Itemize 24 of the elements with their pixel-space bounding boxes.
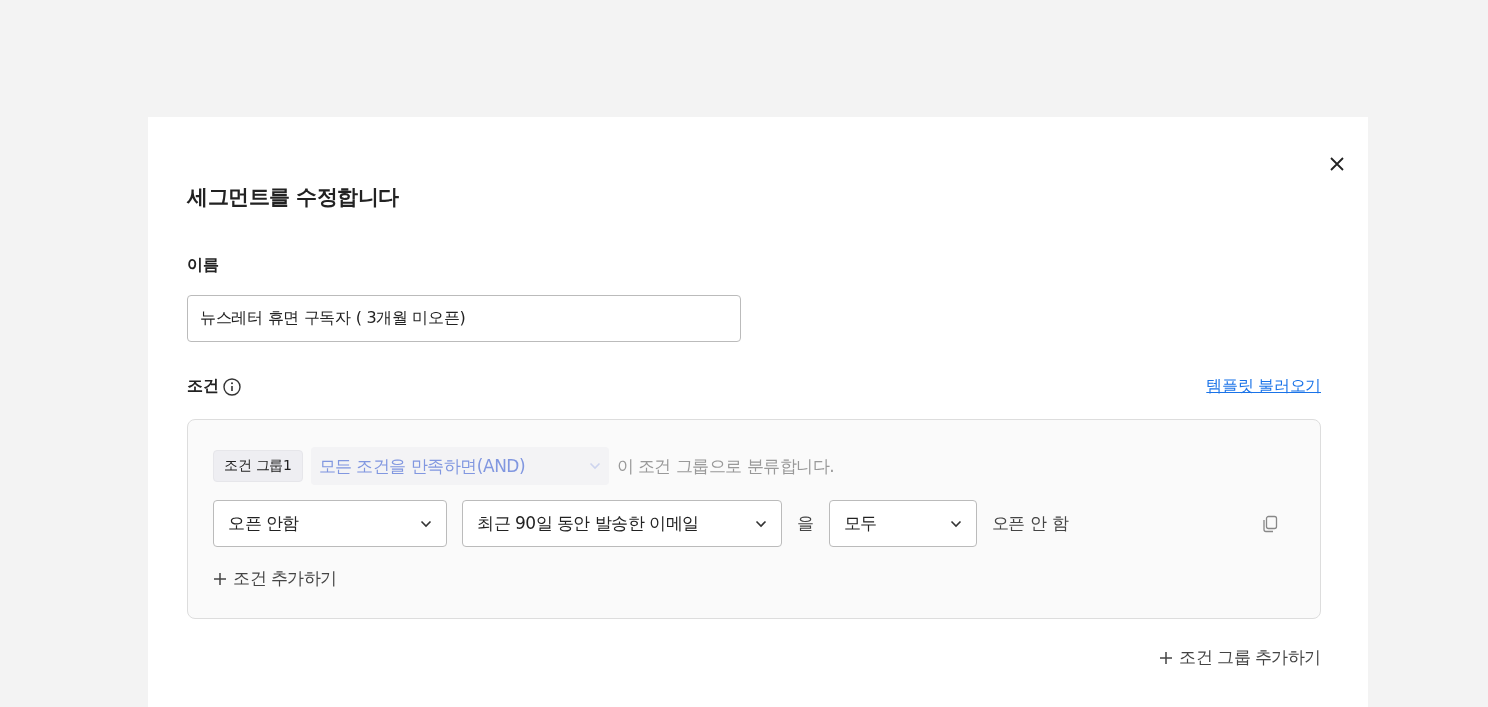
chevron-down-icon bbox=[588, 462, 601, 470]
group-badge: 조건 그룹1 bbox=[213, 450, 303, 482]
name-input[interactable]: 뉴스레터 휴면 구독자 ( 3개월 미오픈) bbox=[187, 295, 741, 342]
template-link[interactable]: 템플릿 불러오기 bbox=[1206, 376, 1321, 397]
section-label: 조건 bbox=[187, 376, 219, 397]
chevron-down-icon bbox=[755, 519, 767, 528]
add-condition-button[interactable]: 조건 추가하기 bbox=[213, 567, 337, 590]
particle-text: 을 bbox=[797, 512, 814, 535]
copy-icon bbox=[1261, 514, 1279, 533]
condition-select[interactable]: 오픈 안함 bbox=[213, 500, 447, 547]
group-description: 이 조건 그룹으로 분류합니다. bbox=[616, 454, 835, 478]
condition-select[interactable]: 최근 90일 동안 발송한 이메일 bbox=[462, 500, 782, 547]
result-text: 오픈 안 함 bbox=[991, 512, 1069, 535]
plus-icon bbox=[1159, 650, 1174, 665]
add-group-button[interactable]: 조건 그룹 추가하기 bbox=[1159, 646, 1321, 669]
scope-select[interactable]: 모두 bbox=[828, 500, 977, 547]
info-icon bbox=[223, 377, 242, 396]
close-icon bbox=[1330, 157, 1344, 171]
plus-icon bbox=[213, 571, 227, 586]
dialog-title: 세그먼트를 수정합니다 bbox=[187, 184, 400, 211]
field-label: 이름 bbox=[187, 255, 220, 276]
chevron-down-icon bbox=[420, 519, 432, 528]
copy-button[interactable] bbox=[1261, 514, 1279, 533]
chevron-down-icon bbox=[949, 519, 962, 528]
